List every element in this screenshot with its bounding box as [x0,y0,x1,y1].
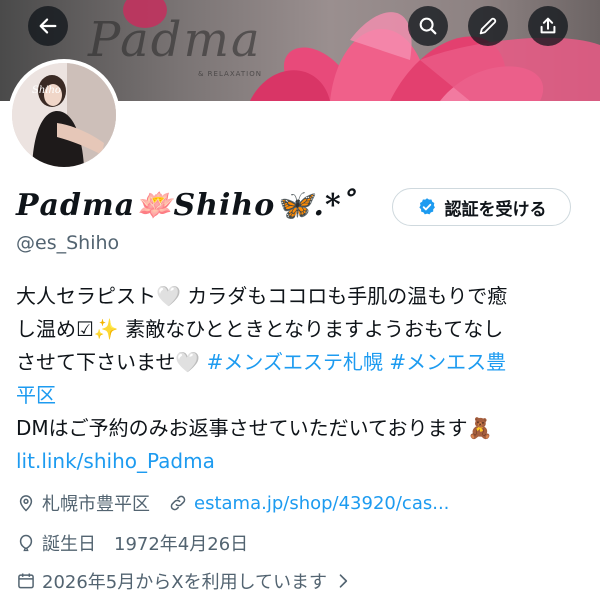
search-button[interactable] [408,6,448,46]
arrow-left-icon [39,18,57,34]
user-handle: @es_Shiho [16,232,120,254]
website-link[interactable]: estama.jp/shop/43920/cas... [194,493,449,514]
banner-logo-text: Padma [88,12,262,68]
location-text: 札幌市豊平区 [42,494,150,515]
meta-row-birthday: 誕生日 1972年4月26日 [16,530,248,556]
meta-row-location: 札幌市豊平区 estama.jp/shop/43920/cas... [16,490,449,516]
display-name: 𝑷𝒂𝒅𝒎𝒂🪷𝑺𝒉𝒊𝒉𝒐🦋.*˚ [16,187,358,223]
bio-line-3: させて下さいませ🤍 #メンズエステ札幌 #メンエス豊 [16,346,588,379]
name-row: 𝑷𝒂𝒅𝒎𝒂🪷𝑺𝒉𝒊𝒉𝒐🦋.*˚ [16,183,358,227]
back-button[interactable] [28,6,68,46]
avatar-portrait: Shiho [12,63,116,167]
hashtag-toyohira-continued[interactable]: 平区 [16,383,56,407]
banner-logo-subtext: & RELAXATION [198,70,262,78]
share-icon [540,17,556,34]
hashtag-mens-esthe-sapporo[interactable]: #メンズエステ札幌 [207,350,383,374]
bio-text: させて下さいませ🤍 [16,350,207,374]
edit-button[interactable] [468,6,508,46]
get-verified-button[interactable]: 認証を受ける [392,188,571,226]
bio-line-1: 大人セラピスト🤍 カラダもココロも手肌の温もりで癒 [16,284,508,308]
search-icon [419,17,437,35]
meta-row-joined[interactable]: 2026年5月からXを利用しています [16,568,353,594]
bio-link[interactable]: lit.link/shiho_Padma [16,449,215,473]
location-pin-icon [19,495,33,512]
bio-line-2: し温め☑✨ 素敵なひとときとなりますようおもてなし [16,317,504,341]
hashtag-mens-esthe-toyohira[interactable]: #メンエス豊 [389,350,506,374]
avatar[interactable]: Shiho [8,59,120,171]
link-icon [170,495,186,511]
verified-badge-icon [418,198,435,215]
chevron-right-icon [339,574,348,588]
share-button[interactable] [528,6,568,46]
joined-text: 2026年5月からXを利用しています [42,572,328,593]
svg-text:Shiho: Shiho [32,85,61,96]
pencil-icon [479,17,497,35]
avatar-photo: Shiho [12,63,116,167]
bio-line-4: 平区 [16,379,588,412]
bio-line-6: lit.link/shiho_Padma [16,445,588,478]
bio: 大人セラピスト🤍 カラダもココロも手肌の温もりで癒 し温め☑✨ 素敵なひとときと… [16,280,588,478]
birthday-date: 1972年4月26日 [114,534,249,555]
birthday-label: 誕生日 [42,534,96,555]
get-verified-label: 認証を受ける [444,199,547,220]
balloon-icon [19,534,33,552]
calendar-icon [18,573,34,589]
bio-line-5: DMはご予約のみお返事させていただいております🧸 [16,416,493,440]
